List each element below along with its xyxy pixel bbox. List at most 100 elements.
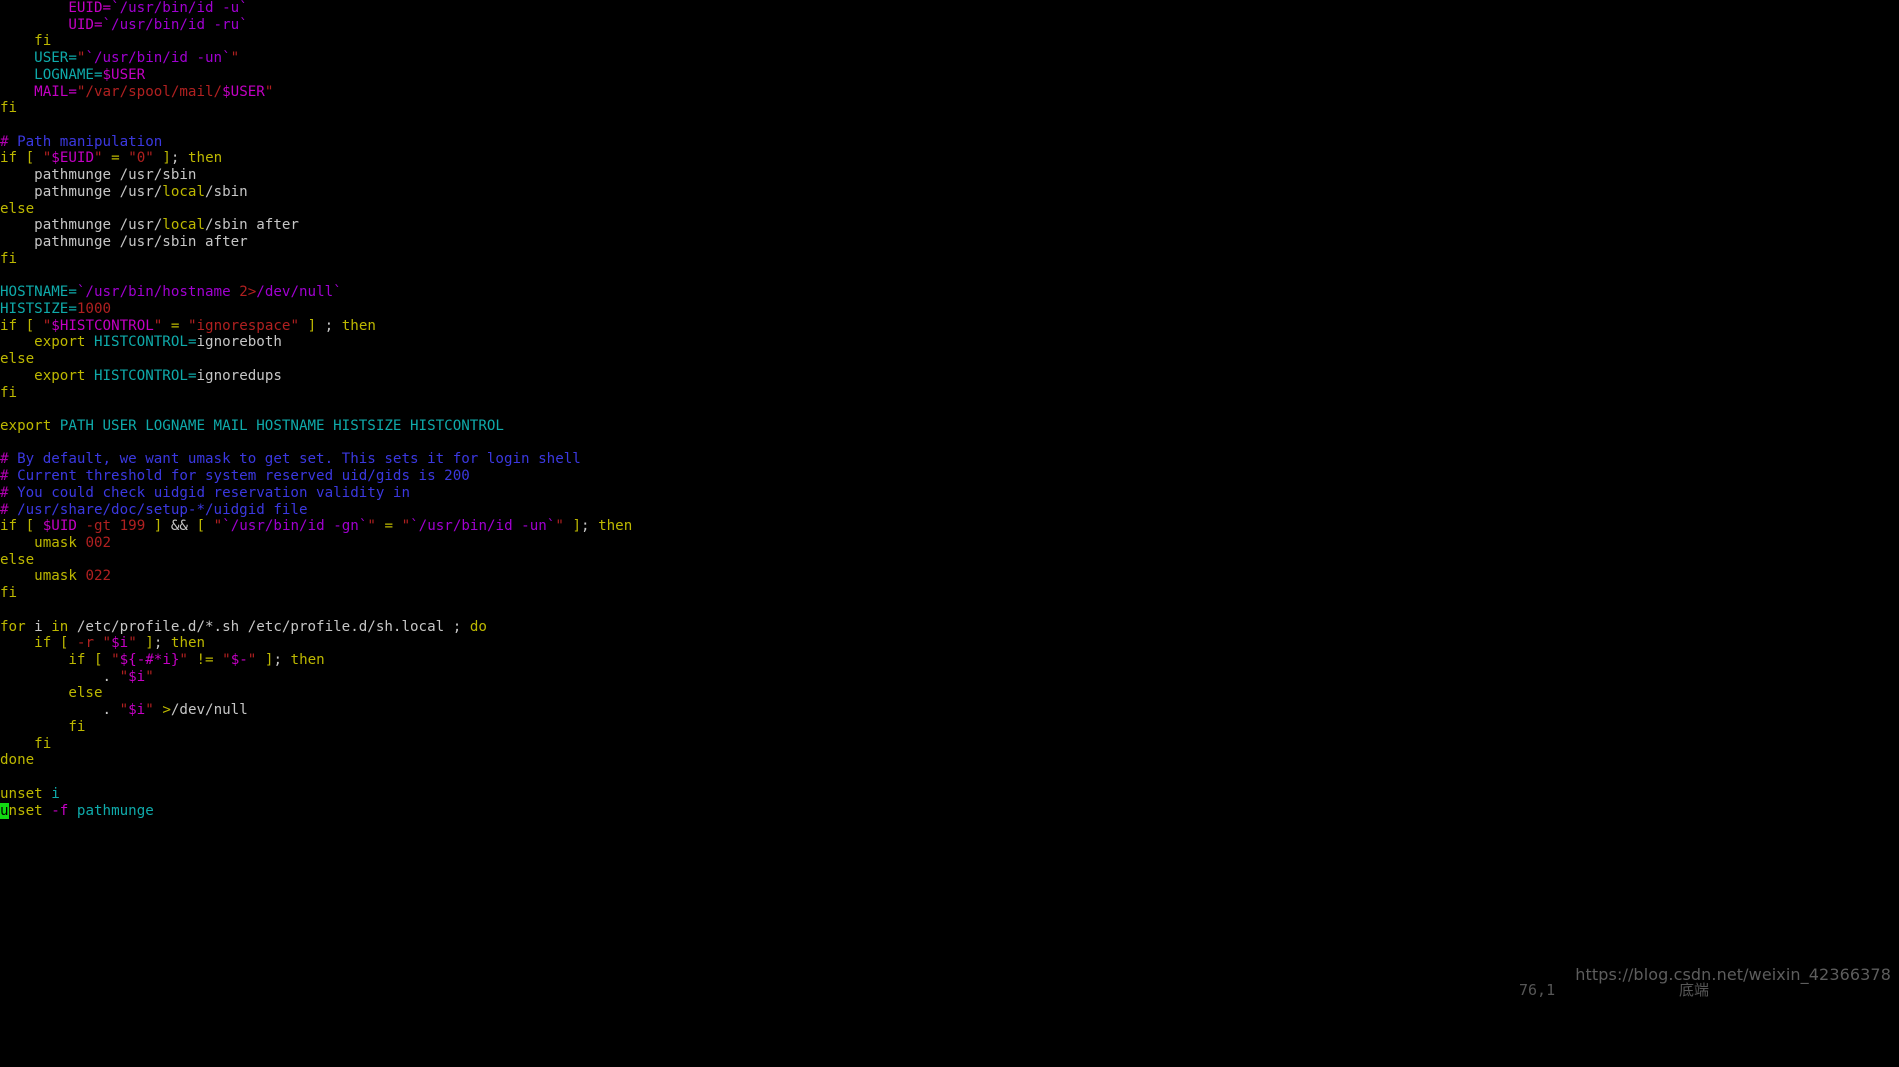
code-token: $EUID <box>51 150 94 167</box>
code-token: then <box>188 150 223 167</box>
code-line: export HISTCONTROL=ignoreboth <box>0 334 1899 351</box>
terminal-window[interactable]: EUID = `/usr/bin/id -u` UID=`/usr/bin/id -… <box>0 0 1899 1001</box>
editor-text-area[interactable]: EUID = `/usr/bin/id -u` UID=`/usr/bin/id -… <box>0 0 1899 819</box>
code-line: for i in /etc/profile.d/*.sh /etc/profil… <box>0 619 1899 636</box>
code-token: Current threshold for system reserved ui… <box>8 468 470 485</box>
code-line: UID=`/usr/bin/id -ru` <box>0 17 1899 34</box>
code-line: if [ "$HISTCONTROL" = "ignorespace" ] ; … <box>0 318 1899 335</box>
code-token: " <box>367 518 376 535</box>
code-line: . "$i" <box>0 669 1899 686</box>
code-token: HOSTNAME <box>0 284 69 301</box>
code-token: ignoreboth <box>196 334 282 351</box>
code-token: export <box>0 417 52 434</box>
code-line: pathmunge /usr/local/sbin after <box>0 217 1899 234</box>
code-token: `/usr/bin/id -un` <box>85 50 231 67</box>
code-token: By default, we want umask to get set. Th… <box>8 451 581 468</box>
code-token: -r <box>76 635 94 652</box>
code-token: . <box>0 668 120 685</box>
code-line: fi <box>0 33 1899 50</box>
watermark-url: https://blog.csdn.net/weixin_42366378 <box>1575 965 1891 984</box>
code-line: else <box>0 552 1899 569</box>
code-line: # /usr/share/doc/setup-*/uidgid file <box>0 502 1899 519</box>
code-token: 002 <box>85 535 112 551</box>
code-token: > <box>162 702 171 719</box>
code-token: `/usr/bin/id -ru` <box>102 16 248 33</box>
code-token: # <box>0 451 9 468</box>
code-token: LOGNAME <box>34 66 94 83</box>
code-token: "/var/spool/mail/ <box>76 83 223 100</box>
code-token: " <box>401 518 411 535</box>
code-token: EUID <box>68 0 103 16</box>
code-token: [ <box>93 652 103 669</box>
code-token: " <box>179 652 188 669</box>
code-token: else <box>0 551 35 568</box>
code-line: else <box>0 685 1899 702</box>
code-token: HISTCONTROL <box>93 334 188 351</box>
code-line: # You could check uidgid reservation val… <box>0 485 1899 502</box>
code-token: `/usr/bin/hostname <box>76 284 240 301</box>
code-token: umask <box>34 535 77 551</box>
code-line: HOSTNAME=`/usr/bin/hostname 2>/dev/null` <box>0 284 1899 301</box>
code-token: i <box>51 785 60 802</box>
code-token: export <box>34 334 86 351</box>
code-token: for <box>0 618 26 635</box>
code-token: " <box>230 50 240 67</box>
code-token: # <box>0 484 9 501</box>
code-token: if <box>0 518 18 535</box>
code-line: umask 022 <box>0 568 1899 585</box>
code-line: # By default, we want umask to get set. … <box>0 451 1899 468</box>
code-token: -f <box>51 802 69 819</box>
code-token: else <box>0 200 35 217</box>
code-token: /sbin after <box>205 217 299 234</box>
code-token: then <box>290 652 325 669</box>
code-line: if [ "$EUID" = "0" ]; then <box>0 150 1899 167</box>
code-token: fi <box>0 250 18 267</box>
code-line: MAIL="/var/spool/mail/$USER" <box>0 84 1899 101</box>
code-token: " <box>94 150 103 167</box>
code-token: # <box>0 468 9 485</box>
code-line: unset i <box>0 786 1899 803</box>
code-token: /etc/profile.d/*.sh /etc/profile.d/sh.lo… <box>68 618 470 635</box>
code-token: = <box>68 50 77 67</box>
code-token: "ignorespace" <box>187 317 300 334</box>
code-line: fi <box>0 100 1899 117</box>
code-token: [ <box>25 518 35 535</box>
code-token: `/usr/bin/id -u` <box>111 0 248 16</box>
code-token: done <box>0 752 35 769</box>
code-token: " <box>264 83 274 100</box>
code-token: " <box>119 668 129 685</box>
code-token: if <box>0 317 18 334</box>
code-token: [ <box>196 518 206 535</box>
code-line: pathmunge /usr/sbin <box>0 167 1899 184</box>
code-token: ] <box>307 317 317 334</box>
